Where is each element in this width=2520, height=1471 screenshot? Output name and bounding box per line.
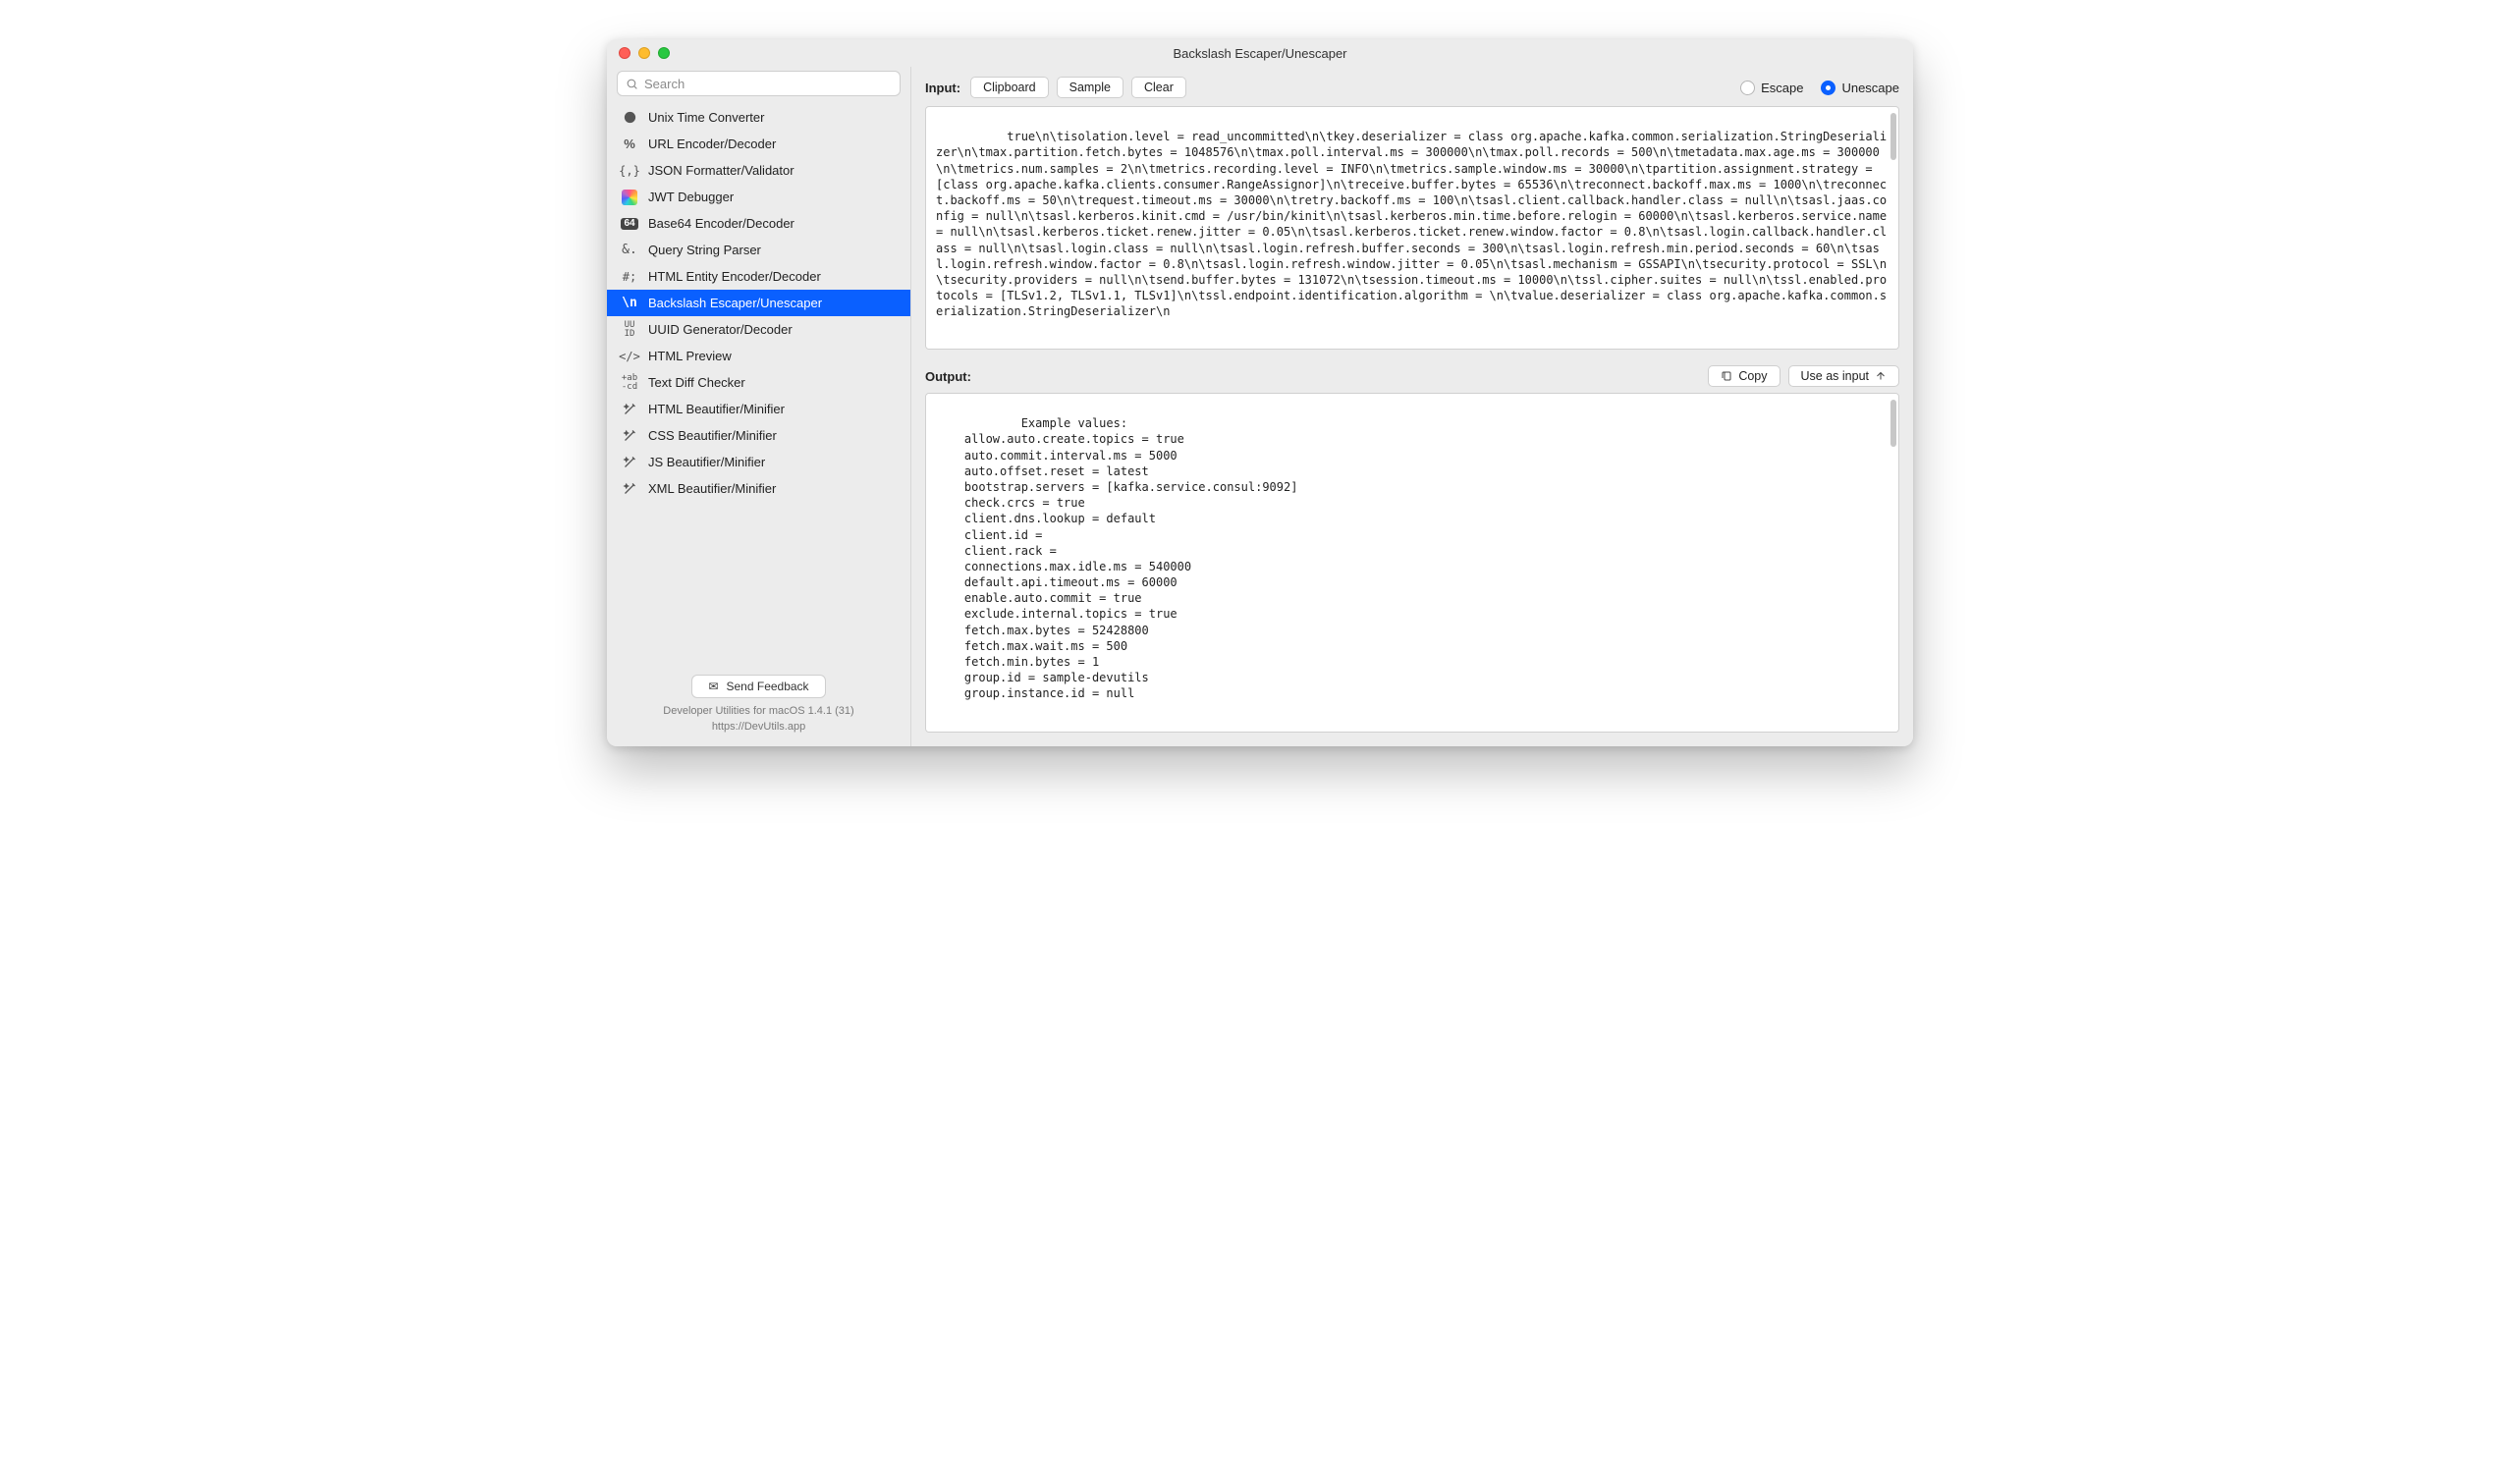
sidebar-item-label: JSON Formatter/Validator <box>648 163 794 178</box>
close-window-button[interactable] <box>619 47 630 59</box>
sidebar-item-uuid-generator-decoder[interactable]: UUID UUID Generator/Decoder <box>607 316 910 343</box>
sidebar-item-label: Backslash Escaper/Unescaper <box>648 296 822 310</box>
input-toolbar: Input: Clipboard Sample Clear Escape Une… <box>911 67 1913 106</box>
search-field[interactable] <box>617 71 901 96</box>
use-as-input-label: Use as input <box>1801 369 1869 383</box>
jwt-icon <box>621 190 638 205</box>
sidebar-item-json-formatter-validator[interactable]: {,} JSON Formatter/Validator <box>607 157 910 184</box>
clear-button[interactable]: Clear <box>1131 77 1186 98</box>
sidebar-item-label: HTML Beautifier/Minifier <box>648 402 785 416</box>
copy-button-label: Copy <box>1738 369 1767 383</box>
sidebar-item-label: JS Beautifier/Minifier <box>648 455 765 469</box>
nav-list: Unix Time Converter% URL Encoder/Decoder {… <box>607 102 910 665</box>
hash-icon: #; <box>621 270 638 284</box>
sidebar-item-label: XML Beautifier/Minifier <box>648 481 776 496</box>
output-text-content: Example values: allow.auto.create.topics… <box>936 416 1297 700</box>
zoom-window-button[interactable] <box>658 47 670 59</box>
backslash-icon: \n <box>621 296 638 310</box>
radio-dot-icon <box>1740 81 1755 95</box>
code-icon: </> <box>621 350 638 363</box>
output-label: Output: <box>925 369 971 384</box>
wand-icon <box>621 481 638 496</box>
sidebar-item-label: Query String Parser <box>648 243 761 257</box>
wand-icon <box>621 402 638 416</box>
scrollbar-thumb[interactable] <box>1890 400 1896 447</box>
footer-version: Developer Utilities for macOS 1.4.1 (31) <box>607 704 910 719</box>
escape-radio-label: Escape <box>1761 81 1803 95</box>
sidebar-item-backslash-escaper-unescaper[interactable]: \n Backslash Escaper/Unescaper <box>607 290 910 316</box>
search-icon <box>626 78 638 90</box>
app-window: Backslash Escaper/Unescaper Unix Time Co… <box>607 39 1913 746</box>
use-as-input-button[interactable]: Use as input <box>1788 365 1899 387</box>
badge64-icon: 64 <box>621 218 638 230</box>
feedback-label: Send Feedback <box>727 680 809 693</box>
copy-button[interactable]: Copy <box>1708 365 1780 387</box>
sidebar-item-url-encoder-decoder[interactable]: % URL Encoder/Decoder <box>607 131 910 157</box>
unescape-radio[interactable]: Unescape <box>1821 81 1899 95</box>
input-textarea[interactable]: true\n\tisolation.level = read_uncommitt… <box>925 106 1899 350</box>
output-toolbar: Output: Copy Use as input <box>925 361 1899 393</box>
send-feedback-button[interactable]: ✉ Send Feedback <box>691 675 825 698</box>
sidebar: Unix Time Converter% URL Encoder/Decoder {… <box>607 67 911 746</box>
sidebar-item-label: Text Diff Checker <box>648 375 745 390</box>
traffic-lights <box>619 47 670 59</box>
mode-radio-group: Escape Unescape <box>1740 81 1899 95</box>
sidebar-item-text-diff-checker[interactable]: +ab-cd Text Diff Checker <box>607 369 910 396</box>
sidebar-item-html-beautifier-minifier[interactable]: HTML Beautifier/Minifier <box>607 396 910 422</box>
input-label: Input: <box>925 81 960 95</box>
sidebar-item-label: URL Encoder/Decoder <box>648 136 776 151</box>
search-input[interactable] <box>644 77 892 91</box>
escape-radio[interactable]: Escape <box>1740 81 1803 95</box>
sidebar-item-label: Unix Time Converter <box>648 110 764 125</box>
output-textarea[interactable]: Example values: allow.auto.create.topics… <box>925 393 1899 733</box>
clock-icon <box>621 110 638 125</box>
sidebar-item-xml-beautifier-minifier[interactable]: XML Beautifier/Minifier <box>607 475 910 502</box>
clipboard-button[interactable]: Clipboard <box>970 77 1049 98</box>
sidebar-item-label: HTML Entity Encoder/Decoder <box>648 269 821 284</box>
sample-button[interactable]: Sample <box>1057 77 1123 98</box>
clipboard-icon <box>1721 370 1732 382</box>
scrollbar-thumb[interactable] <box>1890 113 1896 160</box>
main-panel: Input: Clipboard Sample Clear Escape Une… <box>911 67 1913 746</box>
sidebar-item-unix-time-converter[interactable]: Unix Time Converter <box>607 104 910 131</box>
window-title: Backslash Escaper/Unescaper <box>607 46 1913 61</box>
ampersand-icon: &. <box>621 243 638 257</box>
sidebar-item-query-string-parser[interactable]: &. Query String Parser <box>607 237 910 263</box>
unescape-radio-label: Unescape <box>1841 81 1899 95</box>
sidebar-item-html-entity-encoder-decoder[interactable]: #; HTML Entity Encoder/Decoder <box>607 263 910 290</box>
wand-icon <box>621 455 638 469</box>
sidebar-footer: ✉ Send Feedback Developer Utilities for … <box>607 665 910 746</box>
sidebar-item-label: HTML Preview <box>648 349 732 363</box>
radio-dot-icon <box>1821 81 1835 95</box>
sidebar-item-jwt-debugger[interactable]: JWT Debugger <box>607 184 910 210</box>
sidebar-item-base64-encoder-decoder[interactable]: 64 Base64 Encoder/Decoder <box>607 210 910 237</box>
footer-link[interactable]: https://DevUtils.app <box>607 720 910 735</box>
minimize-window-button[interactable] <box>638 47 650 59</box>
uuid-icon: UUID <box>621 321 638 339</box>
sidebar-item-label: Base64 Encoder/Decoder <box>648 216 794 231</box>
percent-icon: % <box>621 136 638 151</box>
sidebar-item-css-beautifier-minifier[interactable]: CSS Beautifier/Minifier <box>607 422 910 449</box>
arrow-up-icon <box>1875 370 1887 382</box>
sidebar-item-label: JWT Debugger <box>648 190 734 204</box>
titlebar[interactable]: Backslash Escaper/Unescaper <box>607 39 1913 67</box>
input-text-content: true\n\tisolation.level = read_uncommitt… <box>936 130 1893 318</box>
braces-icon: {,} <box>621 164 638 178</box>
diff-icon: +ab-cd <box>621 374 638 392</box>
sidebar-item-html-preview[interactable]: </> HTML Preview <box>607 343 910 369</box>
sidebar-item-label: CSS Beautifier/Minifier <box>648 428 777 443</box>
wand-icon <box>621 428 638 443</box>
envelope-icon: ✉ <box>708 680 718 693</box>
sidebar-item-js-beautifier-minifier[interactable]: JS Beautifier/Minifier <box>607 449 910 475</box>
sidebar-item-label: UUID Generator/Decoder <box>648 322 793 337</box>
